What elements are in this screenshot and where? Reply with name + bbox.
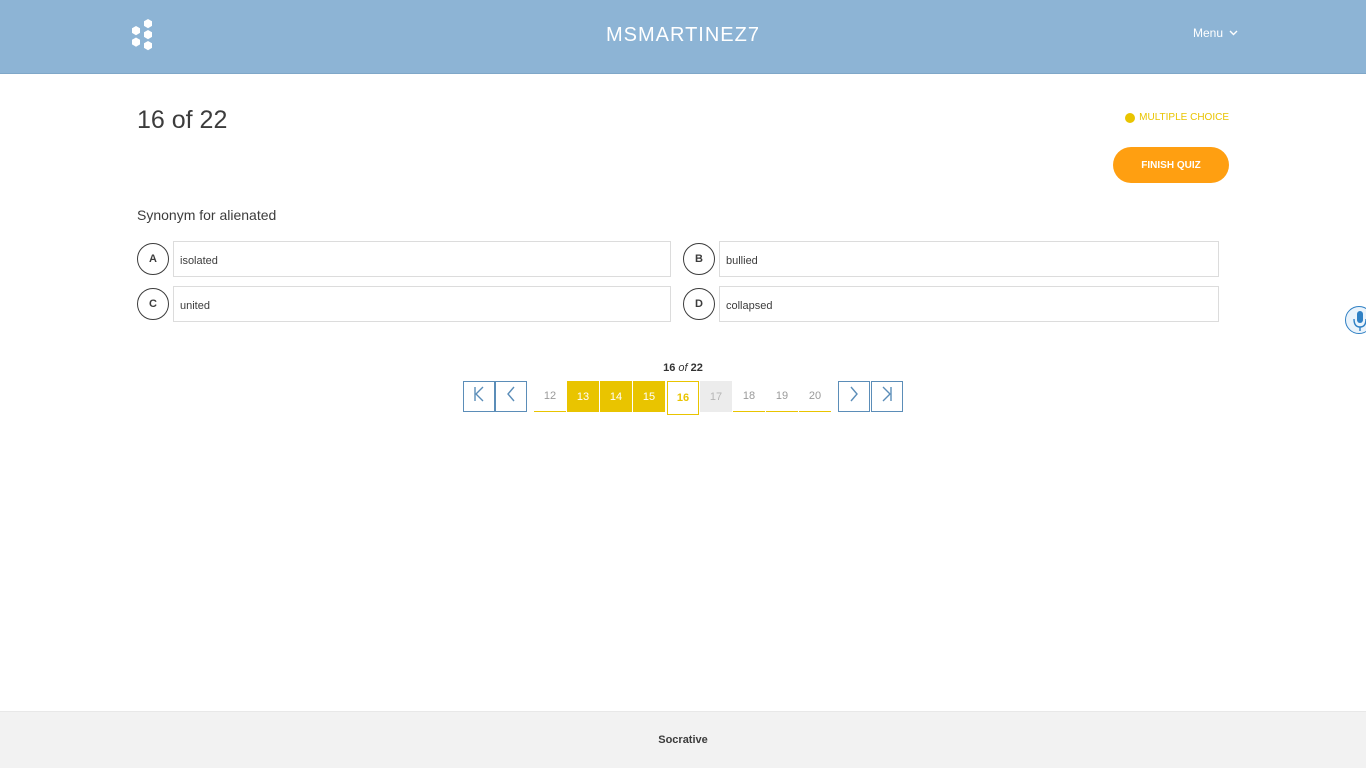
footer-brand: Socrative	[658, 734, 708, 746]
question-type-badge: MULTIPLE CHOICE	[1125, 112, 1229, 123]
chevron-down-icon	[1229, 30, 1238, 36]
skip-to-last-icon	[880, 386, 894, 407]
page-number-12[interactable]: 12	[534, 381, 566, 412]
pagination-of: of	[678, 362, 688, 374]
answer-option-b[interactable]: B bullied	[683, 241, 1219, 277]
page-number-16[interactable]: 16	[667, 381, 699, 415]
answer-option-c[interactable]: C united	[137, 286, 671, 322]
menu-dropdown[interactable]: Menu	[1193, 26, 1238, 40]
question-type-dot-icon	[1125, 112, 1136, 123]
answer-text: collapsed	[719, 286, 1219, 322]
chevron-right-icon	[849, 386, 859, 407]
answer-text: united	[173, 286, 671, 322]
page-number-18[interactable]: 18	[733, 381, 765, 412]
question-counter: 16 of 22	[137, 106, 228, 134]
page-number-15[interactable]: 15	[633, 381, 665, 412]
page-number-20[interactable]: 20	[799, 381, 831, 412]
page-number-19[interactable]: 19	[766, 381, 798, 412]
top-header: MSMARTINEZ7 Menu	[0, 0, 1366, 74]
next-page-button[interactable]	[838, 381, 870, 412]
pagination-label: 16 of 22	[0, 362, 1366, 374]
answer-option-a[interactable]: A isolated	[137, 241, 671, 277]
page-number-17[interactable]: 17	[700, 381, 732, 412]
page-number-13[interactable]: 13	[567, 381, 599, 412]
page-number-14[interactable]: 14	[600, 381, 632, 412]
menu-label: Menu	[1192, 26, 1223, 40]
skip-to-first-icon	[472, 386, 486, 407]
page-footer: Socrative	[0, 711, 1366, 768]
answer-text: isolated	[173, 241, 671, 277]
chevron-left-icon	[506, 386, 516, 407]
answer-letter: D	[683, 288, 715, 320]
finish-quiz-button[interactable]: FINISH QUIZ	[1113, 147, 1229, 183]
first-page-button[interactable]	[463, 381, 495, 412]
question-type-label: MULTIPLE CHOICE	[1139, 112, 1229, 123]
quiz-page: MSMARTINEZ7 Menu 16 of 22 MULTIPLE CHOIC…	[0, 0, 1366, 768]
answer-option-d[interactable]: D collapsed	[683, 286, 1219, 322]
answer-letter: A	[137, 243, 169, 275]
answer-letter: B	[683, 243, 715, 275]
previous-page-button[interactable]	[495, 381, 527, 412]
microphone-button[interactable]	[1345, 306, 1366, 334]
pagination-total: 22	[690, 362, 703, 374]
question-text: Synonym for alienated	[137, 207, 277, 223]
answer-text: bullied	[719, 241, 1219, 277]
last-page-button[interactable]	[871, 381, 903, 412]
answer-letter: C	[137, 288, 169, 320]
pagination-current: 16	[663, 362, 676, 374]
room-name: MSMARTINEZ7	[606, 24, 760, 46]
